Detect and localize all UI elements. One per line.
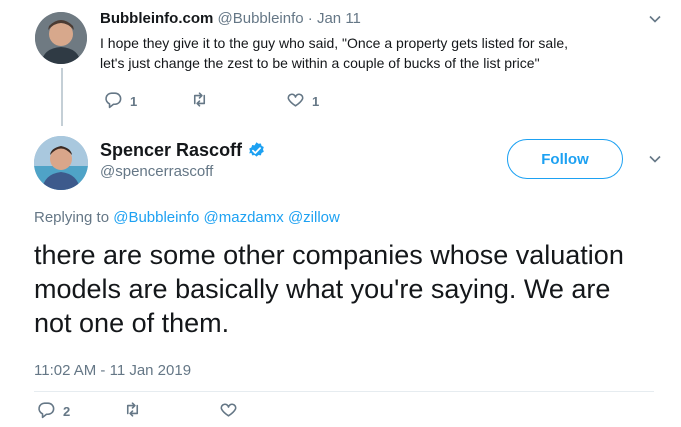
thread-connector-line — [61, 68, 63, 126]
like-button[interactable] — [219, 400, 245, 422]
avatar[interactable] — [34, 136, 88, 190]
like-icon — [219, 400, 238, 422]
mention-link[interactable]: @Bubbleinfo — [113, 209, 199, 226]
chevron-down-icon[interactable] — [648, 12, 662, 26]
retweet-icon — [123, 400, 142, 422]
reply-tweet-actions: 1 1 — [104, 90, 319, 112]
verified-badge-icon — [247, 141, 266, 160]
reply-count: 1 — [130, 93, 138, 109]
avatar[interactable] — [35, 12, 87, 64]
author-display-name[interactable]: Spencer Rascoff — [100, 139, 242, 161]
retweet-button[interactable] — [123, 400, 219, 422]
main-tweet-actions: 2 — [37, 400, 245, 422]
reply-handle[interactable]: @Bubbleinfo — [218, 10, 304, 27]
follow-button[interactable]: Follow — [507, 139, 623, 179]
chevron-down-icon[interactable] — [648, 152, 662, 166]
reply-button[interactable]: 1 — [104, 90, 190, 112]
reply-count: 2 — [63, 403, 71, 419]
like-icon — [286, 90, 305, 112]
mention-link[interactable]: @mazdamx — [204, 209, 284, 226]
reply-icon — [37, 400, 56, 422]
retweet-icon — [190, 90, 209, 112]
reply-display-name[interactable]: Bubbleinfo.com — [100, 10, 213, 27]
author-handle[interactable]: @spencerrascoff — [100, 163, 213, 180]
author-name-row: Spencer Rascoff — [100, 139, 266, 161]
reply-icon — [104, 90, 123, 112]
like-button[interactable]: 1 — [286, 90, 319, 112]
tweet-timestamp[interactable]: 11:02 AM - 11 Jan 2019 — [34, 362, 191, 379]
retweet-button[interactable] — [190, 90, 286, 112]
reply-tweet-text: I hope they give it to the guy who said,… — [100, 35, 569, 71]
replying-to-line: Replying to @Bubbleinfo @mazdamx @zillow — [34, 209, 340, 226]
reply-tweet-header: Bubbleinfo.com @Bubbleinfo · Jan 11 — [100, 10, 361, 28]
like-count: 1 — [312, 93, 320, 109]
replying-prefix: Replying to — [34, 209, 110, 226]
reply-date[interactable]: Jan 11 — [317, 10, 361, 27]
mention-link[interactable]: @zillow — [288, 209, 340, 226]
reply-separator: · — [307, 10, 313, 27]
reply-button[interactable]: 2 — [37, 400, 123, 422]
main-tweet-text: there are some other companies whose val… — [34, 240, 624, 338]
divider — [34, 391, 654, 392]
